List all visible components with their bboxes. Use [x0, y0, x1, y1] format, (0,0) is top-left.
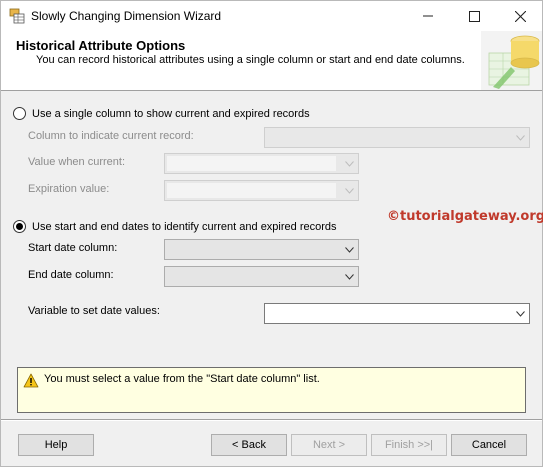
variable-label: Variable to set date values:: [28, 305, 160, 317]
start-date-label: Start date column:: [28, 242, 118, 254]
window-title: Slowly Changing Dimension Wizard: [31, 9, 222, 23]
help-button[interactable]: Help: [18, 434, 94, 456]
close-icon: [514, 10, 526, 22]
chevron-down-icon: [343, 185, 355, 197]
date-columns-label: Use start and end dates to identify curr…: [32, 221, 337, 233]
footer-divider-highlight: [1, 420, 542, 421]
watermark-text: ©tutorialgateway.org: [387, 209, 543, 224]
single-column-radio[interactable]: [13, 107, 26, 120]
title-bar: Slowly Changing Dimension Wizard: [1, 1, 542, 31]
expiration-value-label: Expiration value:: [28, 183, 110, 195]
back-button[interactable]: < Back: [211, 434, 287, 456]
wizard-header: Historical Attribute Options You can rec…: [1, 31, 542, 91]
finish-button[interactable]: Finish >>|: [371, 434, 447, 456]
validation-message-text: You must select a value from the "Start …: [44, 373, 320, 385]
warning-icon: [23, 373, 39, 388]
wizard-window: Slowly Changing Dimension Wizard Histori…: [0, 0, 543, 467]
next-button[interactable]: Next >: [291, 434, 367, 456]
date-columns-radio[interactable]: [13, 220, 26, 233]
value-when-current-label: Value when current:: [28, 156, 126, 168]
current-record-label: Column to indicate current record:: [28, 130, 194, 142]
validation-message-box: You must select a value from the "Start …: [17, 367, 526, 413]
value-when-current-combo[interactable]: [164, 153, 359, 174]
start-date-combo[interactable]: [164, 239, 359, 260]
single-column-label: Use a single column to show current and …: [32, 108, 310, 120]
page-title: Historical Attribute Options: [16, 38, 186, 53]
close-button[interactable]: [497, 1, 543, 31]
end-date-label: End date column:: [28, 269, 114, 281]
end-date-combo[interactable]: [164, 266, 359, 287]
expiration-value-combo[interactable]: [164, 180, 359, 201]
database-banner-icon: [481, 31, 542, 90]
cancel-button[interactable]: Cancel: [451, 434, 527, 456]
chevron-down-icon: [343, 244, 355, 256]
chevron-down-icon: [343, 271, 355, 283]
current-record-combo[interactable]: [264, 127, 530, 148]
wizard-app-icon: [9, 8, 25, 24]
variable-combo[interactable]: [264, 303, 530, 324]
minimize-button[interactable]: [405, 1, 451, 31]
maximize-button[interactable]: [451, 1, 497, 31]
chevron-down-icon: [514, 132, 526, 144]
chevron-down-icon: [343, 158, 355, 170]
page-subtitle: You can record historical attributes usi…: [36, 54, 465, 66]
minimize-icon: [423, 15, 433, 17]
chevron-down-icon: [514, 308, 526, 320]
maximize-icon: [468, 10, 480, 22]
